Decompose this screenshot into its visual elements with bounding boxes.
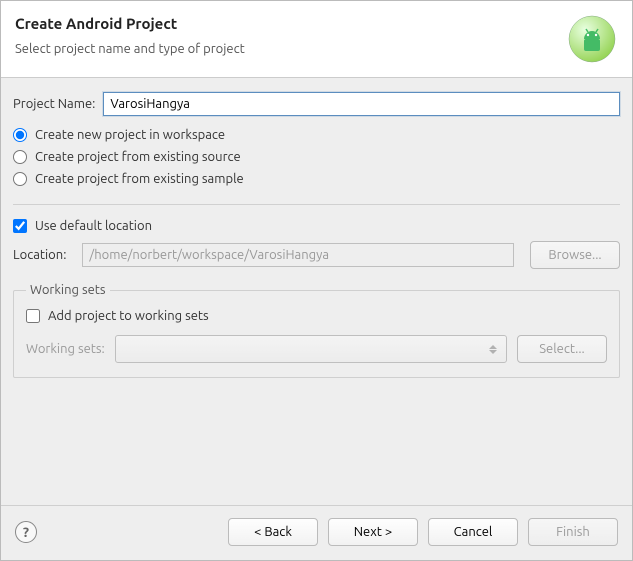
browse-button: Browse...: [530, 241, 620, 269]
back-button[interactable]: < Back: [228, 518, 318, 546]
radio-existing-sample[interactable]: Create project from existing sample: [13, 172, 620, 186]
working-sets-select-label: Working sets:: [26, 342, 105, 356]
working-sets-legend: Working sets: [26, 283, 110, 297]
source-radio-group: Create new project in workspace Create p…: [13, 128, 620, 186]
radio-new-workspace-label: Create new project in workspace: [35, 128, 225, 142]
wizard-subtitle: Select project name and type of project: [15, 42, 558, 56]
radio-new-workspace-input[interactable]: [13, 128, 27, 142]
help-icon[interactable]: ?: [15, 521, 37, 543]
working-sets-combo: [115, 335, 507, 363]
working-sets-select-button: Select...: [517, 335, 607, 363]
default-location-checkbox[interactable]: [13, 219, 27, 233]
wizard-footer: ? < Back Next > Cancel Finish: [1, 505, 632, 560]
wizard-title: Create Android Project: [15, 15, 558, 32]
header-text: Create Android Project Select project na…: [15, 15, 558, 56]
radio-existing-source-label: Create project from existing source: [35, 150, 241, 164]
working-sets-select-row: Working sets: Select...: [26, 335, 607, 363]
separator: [13, 204, 620, 205]
location-label: Location:: [13, 248, 66, 262]
finish-button: Finish: [528, 518, 618, 546]
wizard-content: Project Name: Create new project in work…: [1, 78, 632, 505]
location-input: [82, 243, 514, 267]
android-icon: [568, 15, 616, 63]
radio-existing-sample-label: Create project from existing sample: [35, 172, 244, 186]
radio-existing-sample-input[interactable]: [13, 172, 27, 186]
wizard-header: Create Android Project Select project na…: [1, 1, 632, 78]
location-row: Location: Browse...: [13, 241, 620, 269]
add-to-working-sets-checkbox[interactable]: [26, 309, 40, 323]
wizard-window: Create Android Project Select project na…: [0, 0, 633, 561]
project-name-label: Project Name:: [13, 97, 95, 111]
project-name-row: Project Name:: [13, 92, 620, 116]
working-sets-group: Working sets Add project to working sets…: [13, 283, 620, 378]
cancel-button[interactable]: Cancel: [428, 518, 518, 546]
add-to-working-sets[interactable]: Add project to working sets: [26, 309, 607, 323]
radio-existing-source-input[interactable]: [13, 150, 27, 164]
next-button[interactable]: Next >: [328, 518, 418, 546]
add-to-working-sets-label: Add project to working sets: [48, 309, 209, 323]
project-name-input[interactable]: [103, 92, 620, 116]
default-location-label: Use default location: [35, 219, 152, 233]
radio-existing-source[interactable]: Create project from existing source: [13, 150, 620, 164]
radio-new-workspace[interactable]: Create new project in workspace: [13, 128, 620, 142]
combo-spinner-icon: [486, 340, 500, 358]
default-location-check[interactable]: Use default location: [13, 219, 620, 233]
